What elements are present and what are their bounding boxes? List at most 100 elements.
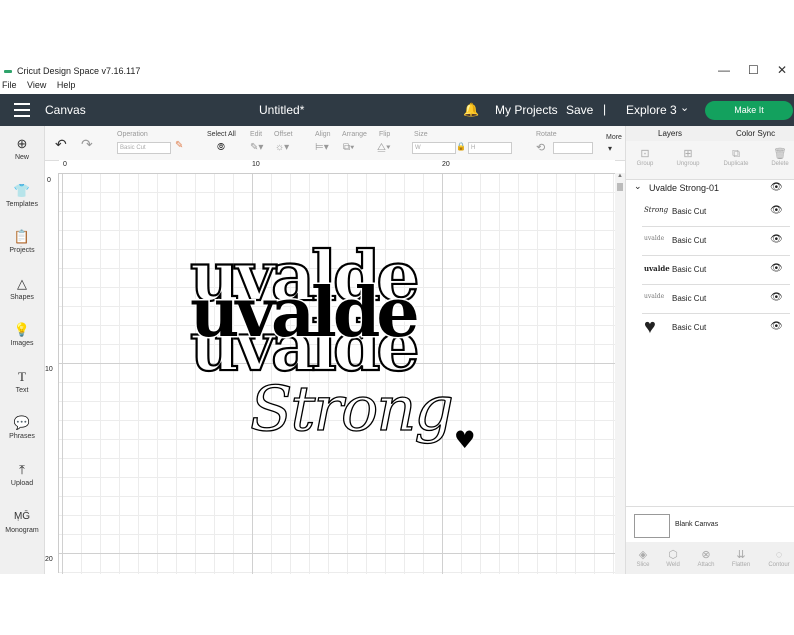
width-input[interactable]: W [412, 142, 456, 154]
uvalde-solid[interactable]: uvalde [189, 272, 423, 355]
nav-label: Upload [10, 480, 34, 487]
plus-circle-icon: ⊕ [16, 136, 28, 151]
slice-button[interactable]: ◈ Slice [626, 548, 660, 568]
redo-icon[interactable]: ↷ [81, 136, 93, 153]
layer-item[interactable]: uvalde Basic Cut 👁 [642, 256, 790, 285]
my-projects-button[interactable]: My Projects [495, 103, 558, 117]
nav-upload[interactable]: ⤒ Upload [0, 462, 44, 487]
ungroup-icon: ⊞ [683, 148, 693, 160]
nav-phrases[interactable]: 💬 Phrases [0, 415, 44, 440]
project-name[interactable]: Untitled* [259, 103, 304, 117]
layer-label: Basic Cut [672, 294, 707, 303]
rotate-input[interactable] [553, 142, 593, 154]
arrange-button[interactable]: Arrange [342, 131, 367, 138]
tool-label: Weld [666, 562, 680, 568]
nav-monogram[interactable]: ṂḠ Monogram [0, 509, 44, 534]
operation-label: Operation [117, 131, 148, 138]
undo-icon[interactable]: ↶ [55, 136, 67, 153]
eye-icon[interactable]: 👁 [770, 321, 783, 332]
contour-button[interactable]: ◌ Contour [762, 548, 794, 568]
canvas-scrollbar[interactable]: ▲ [615, 173, 625, 574]
weld-icon: ⬡ [668, 549, 678, 561]
uvalde-strong-design[interactable]: uvalde uvalde uvalde Strong ♥ [180, 240, 490, 480]
nav-projects[interactable]: 📋 Projects [0, 229, 44, 254]
chevron-down-icon[interactable]: ⌄ [680, 101, 689, 114]
canvas-color-swatch[interactable] [634, 514, 670, 538]
operation-select[interactable]: Basic Cut [117, 142, 171, 154]
eye-icon[interactable]: 👁 [770, 182, 783, 193]
nav-templates[interactable]: 👕 Templates [0, 183, 44, 208]
upload-icon: ⤒ [19, 462, 25, 477]
tab-layers[interactable]: Layers [658, 129, 682, 138]
close-button[interactable]: ✕ [777, 63, 787, 77]
flip-button[interactable]: Flip [379, 131, 390, 138]
flip-icon[interactable]: ⧋▾ [377, 142, 391, 153]
delete-button[interactable]: 🗑 Delete [763, 147, 794, 167]
caret-down-icon[interactable]: ▾ [608, 144, 612, 153]
attach-button[interactable]: ⊗ Attach [689, 548, 723, 568]
layer-thumbnail: uvalde [644, 235, 665, 242]
slice-icon: ◈ [638, 549, 648, 561]
tool-label: Contour [768, 562, 790, 568]
design-panel-sidebar: ⊕ New 👕 Templates 📋 Projects △ Shapes 💡 Image… [0, 126, 45, 574]
select-all-icon[interactable]: ⦾ [217, 142, 225, 153]
edit-icon[interactable]: ✎▾ [250, 142, 263, 153]
edit-button[interactable]: Edit [250, 131, 262, 138]
align-button[interactable]: Align [315, 131, 331, 138]
eye-icon[interactable]: 👁 [770, 292, 783, 303]
machine-selector[interactable]: Explore 3 [626, 103, 677, 117]
weld-button[interactable]: ⬡ Weld [656, 548, 690, 568]
layer-item[interactable]: uvalde Basic Cut 👁 [642, 285, 790, 314]
nav-shapes[interactable]: △ Shapes [0, 276, 44, 301]
group-button[interactable]: ⊡ Group [628, 147, 662, 167]
blank-canvas-row[interactable]: Blank Canvas [626, 506, 794, 543]
nav-new[interactable]: ⊕ New [0, 136, 44, 161]
save-button[interactable]: Save [566, 103, 593, 117]
pen-icon[interactable]: ✎ [175, 140, 183, 151]
nav-images[interactable]: 💡 Images [0, 322, 44, 347]
flatten-button[interactable]: ⇊ Flatten [724, 548, 758, 568]
menu-bar: File View Help [0, 80, 81, 94]
monogram-icon: ṂḠ [13, 511, 31, 522]
more-button[interactable]: More [606, 134, 622, 141]
menu-view[interactable]: View [27, 80, 46, 90]
eye-icon[interactable]: 👁 [770, 263, 783, 274]
nav-text[interactable]: T Text [0, 369, 44, 394]
layer-group-header[interactable]: ⌄ Uvalde Strong-01 👁 [626, 179, 794, 198]
duplicate-button[interactable]: ⧉ Duplicate [719, 147, 753, 167]
chevron-down-icon[interactable]: ⌄ [634, 181, 642, 192]
ruler-tick-label: 0 [63, 161, 67, 168]
offset-button[interactable]: Offset [274, 131, 293, 138]
layer-item[interactable]: uvalde Basic Cut 👁 [642, 227, 790, 256]
layer-item[interactable]: Strong Basic Cut 👁 [642, 198, 790, 227]
maximize-button[interactable]: ☐ [748, 63, 759, 77]
height-input[interactable]: H [468, 142, 512, 154]
bell-icon[interactable]: 🔔 [463, 102, 479, 118]
arrange-icon[interactable]: ⧉▾ [343, 142, 354, 153]
scroll-thumb[interactable] [617, 183, 623, 191]
tool-label: Duplicate [723, 161, 749, 167]
ruler-horizontal: 0 10 20 [59, 160, 615, 174]
align-icon[interactable]: ⊨▾ [315, 142, 329, 153]
strong-script[interactable]: Strong [249, 371, 455, 445]
heart-icon[interactable]: ♥ [454, 426, 476, 454]
make-it-button[interactable]: Make It [705, 101, 793, 120]
rotate-icon[interactable]: ⟲ [536, 141, 545, 154]
menu-file[interactable]: File [2, 80, 17, 90]
eye-icon[interactable]: 👁 [770, 205, 783, 216]
layer-item[interactable]: ♥ Basic Cut 👁 [642, 314, 790, 342]
lock-icon[interactable]: 🔒 [456, 142, 466, 151]
shapes-icon: △ [17, 276, 27, 291]
eye-icon[interactable]: 👁 [770, 234, 783, 245]
offset-icon[interactable]: ☼▾ [275, 142, 289, 153]
tab-color-sync[interactable]: Color Sync [736, 129, 775, 138]
minimize-button[interactable]: — [718, 63, 730, 77]
hamburger-menu-icon[interactable] [14, 103, 30, 117]
ruler-tick-label: 20 [442, 161, 450, 168]
scroll-up-icon[interactable]: ▲ [617, 173, 623, 179]
menu-help[interactable]: Help [57, 80, 76, 90]
clipboard-icon: 📋 [13, 229, 31, 244]
select-all-button[interactable]: Select All [207, 131, 236, 138]
nav-label: Monogram [5, 527, 39, 534]
ungroup-button[interactable]: ⊞ Ungroup [671, 147, 705, 167]
